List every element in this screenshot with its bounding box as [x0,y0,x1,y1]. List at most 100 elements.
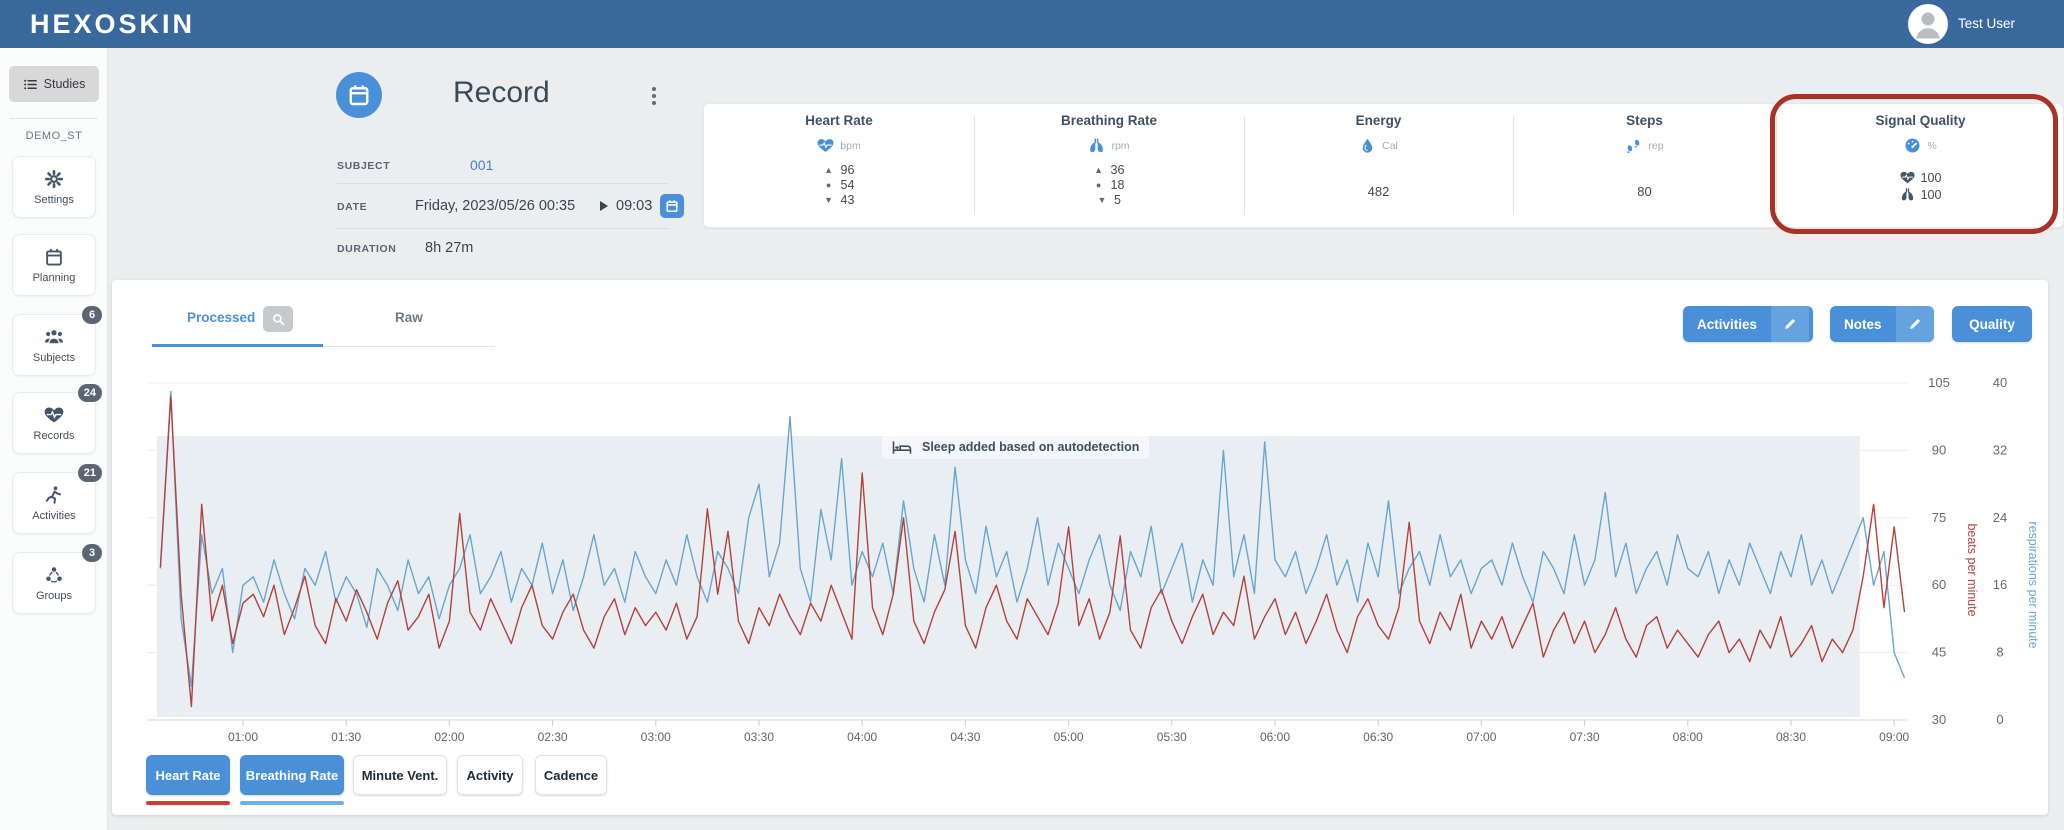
duration-value: 8h 27m [425,240,474,256]
stat-title: Breathing Rate [1060,113,1158,128]
sidebar-item-settings[interactable]: Settings [12,156,96,218]
edit-activities-button[interactable] [1771,306,1810,342]
series-toggle-activity[interactable]: Activity [457,755,523,795]
record-data-panel: Processed Raw Activities Notes Quality 0… [112,280,2048,815]
right-axis-tick: 24 [1993,510,2007,525]
left-axis-title: beats per minute [1965,523,1979,616]
runner-icon [44,485,64,505]
zoom-search-button[interactable] [263,306,293,332]
avg-icon: ● [1095,180,1102,190]
study-code-label: DEMO_ST [25,130,83,142]
stat-unit: rep [1648,139,1664,152]
left-axis-tick: 30 [1932,712,1946,727]
tab-raw[interactable]: Raw [395,310,423,325]
heart-pulse-icon [817,137,834,154]
min-icon: ▼ [824,195,833,205]
right-axis-tick: 40 [1993,375,2007,390]
x-tick-label: 05:30 [1157,730,1187,744]
active-tab-underline [152,344,323,347]
stat-card-signal-quality: Signal Quality % 100 100 [1776,104,2064,227]
max-icon: ▲ [1094,165,1103,175]
breathing-rate-series-underline [240,801,344,805]
bed-icon [892,440,912,455]
divider [337,228,668,229]
calendar-icon [44,247,64,267]
user-avatar[interactable] [1908,4,1948,44]
right-axis-title: respirations per minute [2026,521,2040,648]
stat-unit: % [1927,139,1937,152]
stat-card-breathing-rate: Breathing Rate rpm ▲ 36 ● 18 ▼ 5 [974,104,1244,227]
quality-button[interactable]: Quality [1952,306,2032,342]
right-axis-tick: 16 [1993,577,2007,592]
sidebar-divider [10,118,98,119]
edit-notes-button[interactable] [1895,306,1934,342]
x-tick-label: 04:30 [950,730,980,744]
heart-pulse-icon [1900,170,1915,185]
pencil-icon [1908,317,1922,331]
activities-button-label: Activities [1697,316,1758,332]
sidebar-item-label: Activities [32,509,76,522]
records-count-badge: 24 [77,384,102,402]
x-tick-label: 03:00 [641,730,671,744]
record-menu-button[interactable] [645,84,663,112]
activities-count-badge: 21 [77,464,102,482]
min-icon: ▼ [1097,195,1107,205]
hexoskin-logo[interactable]: HEXOSKIN [30,0,195,48]
subject-value-link[interactable]: 001 [470,157,493,173]
stat-title: Signal Quality [1875,113,1966,128]
series-toggle-breathing-rate[interactable]: Breathing Rate [240,755,344,795]
sidebar-item-activities[interactable]: 21 Activities [12,464,102,534]
steps-icon [1625,137,1642,154]
pencil-icon [1783,317,1797,331]
stat-unit: Cal [1382,139,1398,152]
sidebar-item-planning[interactable]: Planning [12,234,96,296]
x-tick-label: 07:00 [1466,730,1496,744]
x-tick-label: 09:00 [1879,730,1909,744]
subject-label: SUBJECT [337,160,391,172]
date-label: DATE [337,201,368,213]
x-tick-label: 08:00 [1673,730,1703,744]
droplet-icon [1359,137,1376,154]
series-toggle-heart-rate[interactable]: Heart Rate [146,755,230,795]
stat-card-steps: Steps rep 80 [1513,104,1776,227]
activities-button[interactable]: Activities [1683,306,1813,342]
sleep-annotation-text: Sleep added based on autodetection [922,440,1140,454]
studies-label: Studies [43,77,86,91]
date-start-value: Friday, 2023/05/26 00:35 [415,198,576,214]
tab-processed[interactable]: Processed [187,310,255,325]
series-toggle-minute-vent[interactable]: Minute Vent. [353,755,447,795]
summary-stats-panel: Heart Rate bpm ▲ 96 ● 54 ▼ 43 Breathing Rat… [703,103,2064,228]
quality-button-label: Quality [1969,316,2015,332]
stat-avg: 54 [840,178,855,192]
br-quality-value: 100 [1920,187,1942,202]
username-label[interactable]: Test User [1958,0,2015,48]
stat-max: 36 [1110,163,1125,177]
play-separator-icon [600,201,608,211]
x-tick-label: 05:00 [1054,730,1084,744]
left-axis-tick: 75 [1932,510,1946,525]
series-toggle-cadence[interactable]: Cadence [535,755,607,795]
duration-label: DURATION [337,243,397,255]
date-picker-button[interactable] [660,194,684,218]
lungs-icon [1900,187,1915,202]
person-icon [1908,4,1948,44]
stat-card-energy: Energy Cal 482 [1244,104,1513,227]
notes-button[interactable]: Notes [1830,306,1934,342]
calendar-icon [665,199,679,213]
right-axis-tick: 0 [1996,712,2003,727]
x-tick-label: 04:00 [847,730,877,744]
sidebar-item-label: Records [33,429,75,442]
chart-plot[interactable] [147,383,1907,720]
sidebar-item-records[interactable]: 24 Records [12,384,102,454]
x-tick-label: 01:00 [228,730,258,744]
x-tick-label: 02:00 [434,730,464,744]
x-tick-label: 07:30 [1570,730,1600,744]
sidebar-item-label: Planning [32,271,76,284]
sidebar-item-studies[interactable]: Studies [9,66,99,102]
max-icon: ▲ [824,165,833,175]
groups-count-badge: 3 [82,544,102,562]
sidebar-item-groups[interactable]: 3 Groups [12,544,102,614]
sidebar-item-subjects[interactable]: 6 Subjects [12,306,102,376]
stat-card-heart-rate: Heart Rate bpm ▲ 96 ● 54 ▼ 43 [704,104,974,227]
heart-pulse-icon [44,405,64,425]
